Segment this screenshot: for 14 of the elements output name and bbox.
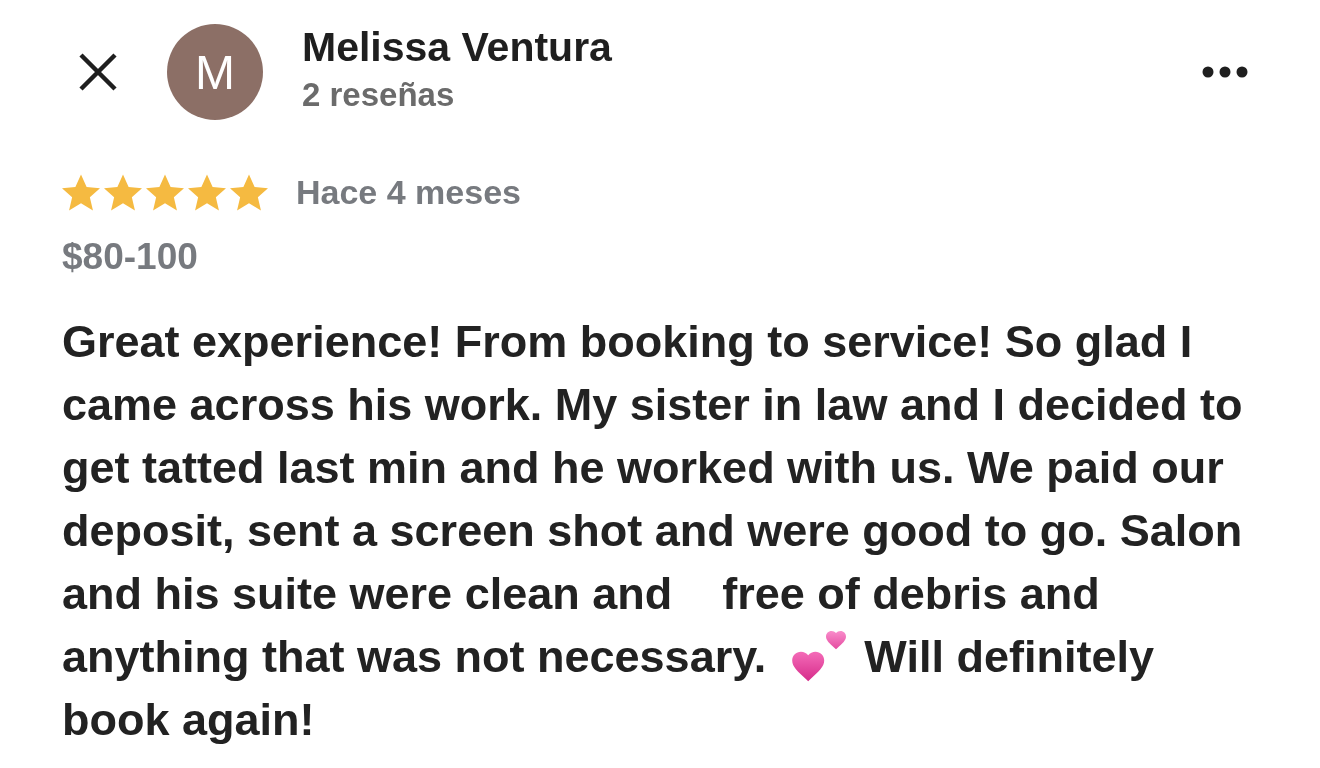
review-text: Great experience! From booking to service! So glad I came across his work. My sister in law and I decided to get tatted last min and he worked with us. We paid our deposit, sent a screen shot and were good to go. Salon and his suite were clean and free of debris and anything that was not necessary. Will definitely book again! bbox=[62, 315, 1244, 747]
hearts-emoji-icon bbox=[792, 631, 849, 683]
review-count: 2 reseñas bbox=[302, 75, 455, 115]
close-icon[interactable] bbox=[78, 52, 118, 92]
more-options-icon[interactable] bbox=[1202, 66, 1248, 78]
star-icon bbox=[104, 173, 142, 211]
price-range: $80-100 bbox=[62, 237, 198, 277]
star-icon bbox=[188, 173, 226, 211]
star-icon bbox=[62, 173, 100, 211]
avatar: M bbox=[167, 24, 263, 120]
star-icon bbox=[146, 173, 184, 211]
review-time: Hace 4 meses bbox=[296, 172, 521, 212]
star-icon bbox=[230, 173, 268, 211]
reviewer-name: Melissa Ventura bbox=[302, 24, 612, 71]
